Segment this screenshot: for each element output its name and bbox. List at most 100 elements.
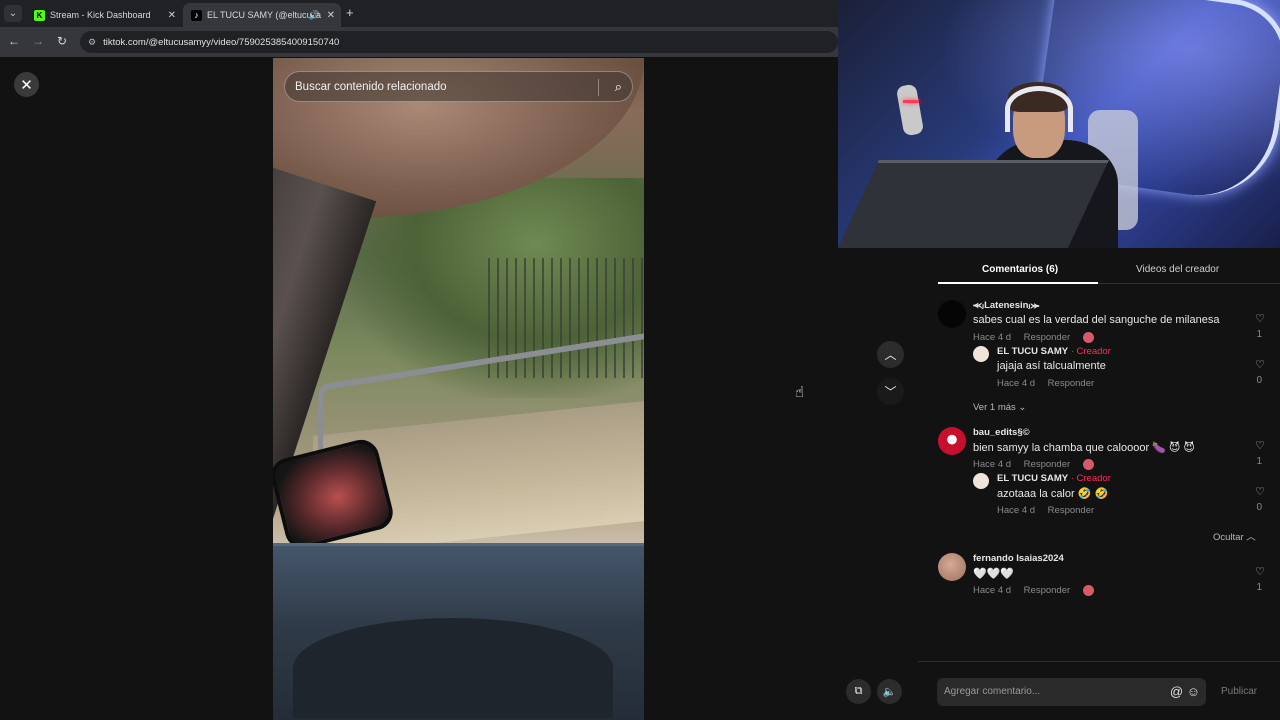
related-search-input[interactable]: Buscar contenido relacionado ⌕ [284, 71, 633, 102]
creator-badge: · Creador [1068, 473, 1111, 484]
comment-item: ⪻ⱼLatenesinⱼ⪼ sabes cual es la verdad de… [938, 300, 1265, 410]
volume-icon[interactable]: 🔈 [877, 679, 902, 704]
heart-icon[interactable]: ♡ [1255, 565, 1265, 578]
reload-icon[interactable]: ↻ [54, 34, 70, 48]
speaker-icon[interactable]: 🔊 [309, 10, 320, 21]
active-tab-indicator [938, 282, 1098, 284]
avatar[interactable] [938, 553, 966, 581]
heart-icon[interactable]: ♡ [1255, 358, 1265, 371]
avatar[interactable] [938, 300, 966, 328]
tiktok-favicon-icon: ♪ [191, 9, 202, 21]
back-icon[interactable]: ← [6, 34, 22, 48]
heart-icon[interactable]: ♡ [1255, 485, 1265, 498]
avatar[interactable] [973, 346, 989, 362]
reply-meta: Hace 4 d Responder [997, 378, 1104, 389]
new-tab-icon[interactable]: + [346, 5, 354, 20]
avatar[interactable] [973, 473, 989, 489]
comment-text: sabes cual es la verdad del sanguche de … [973, 314, 1220, 326]
screen: ⌄ K Stream - Kick Dashboard ✕ ♪ EL TUCU … [0, 0, 1280, 720]
like-count: 0 [1256, 375, 1262, 386]
avatar[interactable] [938, 427, 966, 455]
reply-button[interactable]: Responder [1024, 332, 1070, 343]
chevron-up-icon[interactable]: ︿ [877, 341, 904, 368]
emoji-icon[interactable]: ☺ [1187, 684, 1200, 699]
tab-title: Stream - Kick Dashboard [50, 10, 151, 20]
tab-comments[interactable]: Comentarios (6) [982, 264, 1058, 275]
headphones [1005, 86, 1073, 132]
comment-text: 🤍🤍🤍 [973, 568, 1015, 580]
comment-time: Hace 4 d [973, 459, 1012, 471]
reply-item: EL TUCU SAMY · Creador azotaaa la calor … [973, 473, 1265, 523]
video-scene-door-panel [293, 618, 613, 718]
comment-placeholder: Agregar comentario... [944, 686, 1041, 697]
comment-input-icons: @ ☺ [1170, 684, 1200, 699]
reply-button[interactable]: Responder [1048, 378, 1094, 389]
search-divider [598, 79, 599, 96]
reply-button[interactable]: Responder [1024, 459, 1070, 470]
like-count: 1 [1256, 582, 1262, 593]
creator-liked-icon [1082, 585, 1094, 596]
hide-replies-button[interactable]: Ocultar ︿ [1213, 529, 1256, 543]
comment-author[interactable]: bau_edits§© [973, 427, 1030, 438]
comments-panel: Comentarios (6) Videos del creador ⪻ⱼLat… [918, 248, 1280, 720]
chevron-down-icon[interactable]: ﹀ [877, 378, 904, 405]
creator-badge: · Creador [1068, 346, 1111, 357]
site-info-icon[interactable]: ⚙ [88, 37, 96, 48]
reply-text: azotaaa la calor 🤣 🤣 [997, 488, 1109, 500]
tab-tiktok-active[interactable]: ♪ EL TUCU SAMY (@eltucusa 🔊 ✕ [183, 3, 341, 27]
search-icon[interactable]: ⌕ [615, 79, 622, 95]
reply-text: jajaja así talcualmente [997, 360, 1106, 372]
microphone-light [903, 100, 919, 103]
reply-button[interactable]: Responder [1024, 585, 1070, 596]
comment-time: Hace 4 d [973, 585, 1012, 597]
browser-toolbar: ← → ↻ ⚙ tiktok.com/@eltucusamyy/video/75… [0, 27, 838, 57]
tab-close-icon[interactable]: ✕ [327, 10, 335, 21]
heart-icon[interactable]: ♡ [1255, 439, 1265, 452]
add-comment-bar: Agregar comentario... @ ☺ Publicar [918, 661, 1280, 720]
comment-item: bau_edits§© bien samyy la chamba que cal… [938, 427, 1265, 537]
tab-close-icon[interactable]: ✕ [168, 10, 176, 21]
search-placeholder: Buscar contenido relacionado [295, 80, 447, 93]
tab-title: EL TUCU SAMY (@eltucusa [207, 10, 322, 20]
comment-author[interactable]: fernando Isaias2024 [973, 553, 1064, 564]
publish-button[interactable]: Publicar [1221, 686, 1257, 697]
address-bar[interactable]: ⚙ tiktok.com/@eltucusamyy/video/75902538… [80, 31, 838, 53]
reply-author[interactable]: EL TUCU SAMY · Creador [997, 473, 1111, 484]
monitor [838, 160, 1109, 248]
like-count: 0 [1256, 502, 1262, 513]
pip-icon[interactable]: ⧉ [846, 679, 871, 704]
comment-meta: Hace 4 d Responder [973, 332, 1104, 343]
comment-time: Hace 4 d [973, 332, 1012, 344]
video-player[interactable] [273, 58, 644, 720]
comment-item: fernando Isaias2024 🤍🤍🤍 Hace 4 d Respond… [938, 553, 1265, 603]
mention-icon[interactable]: @ [1170, 684, 1183, 699]
reply-meta: Hace 4 d Responder [997, 505, 1104, 516]
view-more-replies-button[interactable]: Ver 1 más ⌄ [973, 402, 1026, 413]
reply-author[interactable]: EL TUCU SAMY · Creador [997, 346, 1111, 357]
creator-liked-icon [1082, 332, 1094, 343]
comment-meta: Hace 4 d Responder [973, 459, 1104, 470]
url-text: tiktok.com/@eltucusamyy/video/7590253854… [103, 36, 340, 48]
comment-input[interactable]: Agregar comentario... @ ☺ [937, 678, 1206, 706]
tab-creator-videos[interactable]: Videos del creador [1136, 264, 1219, 275]
heart-icon[interactable]: ♡ [1255, 312, 1265, 325]
tab-kick-dashboard[interactable]: K Stream - Kick Dashboard ✕ [26, 3, 182, 27]
tab-list-icon[interactable]: ⌄ [4, 5, 22, 22]
creator-liked-icon [1082, 459, 1094, 470]
comment-meta: Hace 4 d Responder [973, 585, 1104, 596]
comment-author[interactable]: ⪻ⱼLatenesinⱼ⪼ [973, 300, 1040, 311]
hand-cursor-icon: ☝ [795, 384, 805, 401]
comment-text: bien samyy la chamba que caloooor 🍆 😈 😈 [973, 442, 1195, 454]
panel-tabs: Comentarios (6) Videos del creador [938, 258, 1280, 284]
browser-tab-bar: ⌄ K Stream - Kick Dashboard ✕ ♪ EL TUCU … [0, 0, 838, 27]
webcam-overlay [838, 0, 1280, 248]
reply-button[interactable]: Responder [1048, 505, 1094, 516]
like-count: 1 [1256, 329, 1262, 340]
reply-time: Hace 4 d [997, 505, 1036, 516]
reply-item: EL TUCU SAMY · Creador jajaja así talcua… [973, 346, 1265, 396]
forward-icon[interactable]: → [30, 34, 46, 48]
kick-favicon-icon: K [34, 9, 45, 21]
reply-time: Hace 4 d [997, 378, 1036, 389]
close-icon[interactable]: ✕ [14, 72, 39, 97]
like-count: 1 [1256, 456, 1262, 467]
